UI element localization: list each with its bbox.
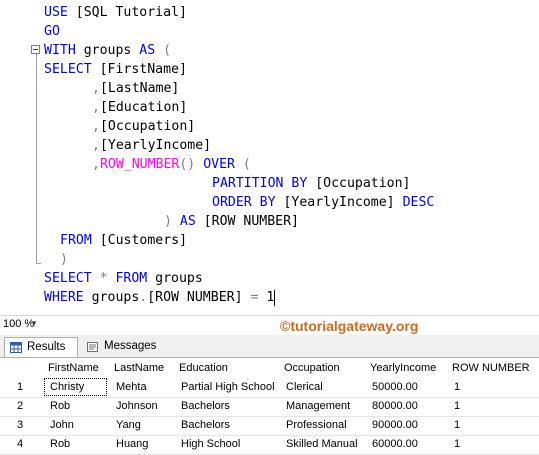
cell-lastname[interactable]: Johnson (116, 397, 158, 416)
code-line-16[interactable]: WHERE groups.[ROW NUMBER] = 1 (44, 289, 274, 307)
code-line-6[interactable]: ,[Education] (92, 99, 187, 117)
code-line-12[interactable]: ) AS [ROW NUMBER] (164, 213, 299, 231)
cell-yearlyincome[interactable]: 80000.00 (372, 397, 418, 416)
column-header-lastname[interactable]: LastName (114, 361, 164, 375)
row-number: 1 (17, 381, 24, 393)
cell-row-number[interactable]: 1 (454, 435, 460, 454)
table-row[interactable]: 3 John Yang Bachelors Professional 90000… (0, 416, 539, 436)
text-caret (274, 290, 275, 306)
cell-yearlyincome[interactable]: 50000.00 (372, 378, 418, 397)
row-number: 3 (17, 419, 24, 431)
code-line-2[interactable]: GO (44, 23, 60, 41)
cell-firstname[interactable]: Rob (50, 397, 70, 416)
cell-yearlyincome[interactable]: 60000.00 (372, 435, 418, 454)
row-number: 4 (17, 438, 24, 450)
row-number: 2 (17, 400, 24, 412)
column-header-row-number[interactable]: ROW NUMBER (452, 361, 530, 375)
cell-firstname[interactable]: Rob (50, 435, 70, 454)
cell-lastname[interactable]: Yang (116, 416, 141, 435)
cell-education[interactable]: Bachelors (181, 416, 230, 435)
column-header-firstname[interactable]: FirstName (48, 361, 99, 375)
tab-messages-label: Messages (104, 340, 157, 352)
code-line-9[interactable]: ,ROW_NUMBER() OVER ( (92, 156, 251, 174)
results-tab-bar: Results Messages (0, 335, 539, 358)
query-editor[interactable]: USE [SQL Tutorial] GO WITH groups AS ( S… (0, 0, 539, 315)
code-line-4[interactable]: SELECT [FirstName] (44, 61, 187, 79)
tab-results[interactable]: Results (4, 337, 78, 357)
collapse-icon[interactable] (31, 45, 40, 54)
table-row[interactable]: 2 Rob Johnson Bachelors Management 80000… (0, 397, 539, 417)
code-line-13[interactable]: FROM [Customers] (60, 232, 187, 250)
code-line-10[interactable]: PARTITION BY [Occupation] (212, 175, 411, 193)
cell-occupation[interactable]: Management (286, 397, 350, 416)
cell-yearlyincome[interactable]: 90000.00 (372, 416, 418, 435)
cell-occupation[interactable]: Professional (286, 416, 347, 435)
cell-lastname[interactable]: Mehta (116, 378, 147, 397)
column-header-education[interactable]: Education (179, 361, 228, 375)
cell-education[interactable]: Bachelors (181, 397, 230, 416)
code-line-11[interactable]: ORDER BY [YearlyIncome] DESC (212, 194, 434, 212)
code-line-14[interactable]: ) (60, 251, 68, 269)
code-line-7[interactable]: ,[Occupation] (92, 118, 195, 136)
tab-messages[interactable]: Messages (82, 337, 160, 356)
code-line-8[interactable]: ,[YearlyIncome] (92, 137, 211, 155)
code-line-15[interactable]: SELECT * FROM groups (44, 270, 203, 288)
table-row[interactable]: 4 Rob Huang High School Skilled Manual 6… (0, 435, 539, 455)
outline-guide (36, 52, 37, 264)
cell-education[interactable]: High School (181, 435, 240, 454)
selected-cell-outline (44, 378, 107, 396)
code-line-1[interactable]: USE [SQL Tutorial] (44, 4, 187, 22)
chevron-down-icon[interactable]: ▼ (30, 316, 38, 332)
outline-end (36, 263, 41, 264)
tab-results-label: Results (27, 341, 66, 353)
grid-icon (10, 342, 22, 353)
cell-row-number[interactable]: 1 (454, 378, 460, 397)
zoom-bar: 100 % ▼ (0, 315, 539, 333)
results-grid[interactable]: FirstName LastName Education Occupation … (0, 358, 539, 455)
code-line-5[interactable]: ,[LastName] (92, 80, 179, 98)
cell-occupation[interactable]: Clerical (286, 378, 323, 397)
cell-firstname[interactable]: John (50, 416, 74, 435)
cell-education[interactable]: Partial High School (181, 378, 275, 397)
cell-lastname[interactable]: Huang (116, 435, 148, 454)
cell-row-number[interactable]: 1 (454, 397, 460, 416)
messages-icon (87, 342, 98, 352)
code-line-3[interactable]: WITH groups AS ( (44, 42, 171, 60)
cell-row-number[interactable]: 1 (454, 416, 460, 435)
cell-occupation[interactable]: Skilled Manual (286, 435, 358, 454)
column-header-occupation[interactable]: Occupation (284, 361, 340, 375)
watermark: ©tutorialgateway.org (280, 318, 419, 334)
column-header-yearlyincome[interactable]: YearlyIncome (370, 361, 436, 375)
